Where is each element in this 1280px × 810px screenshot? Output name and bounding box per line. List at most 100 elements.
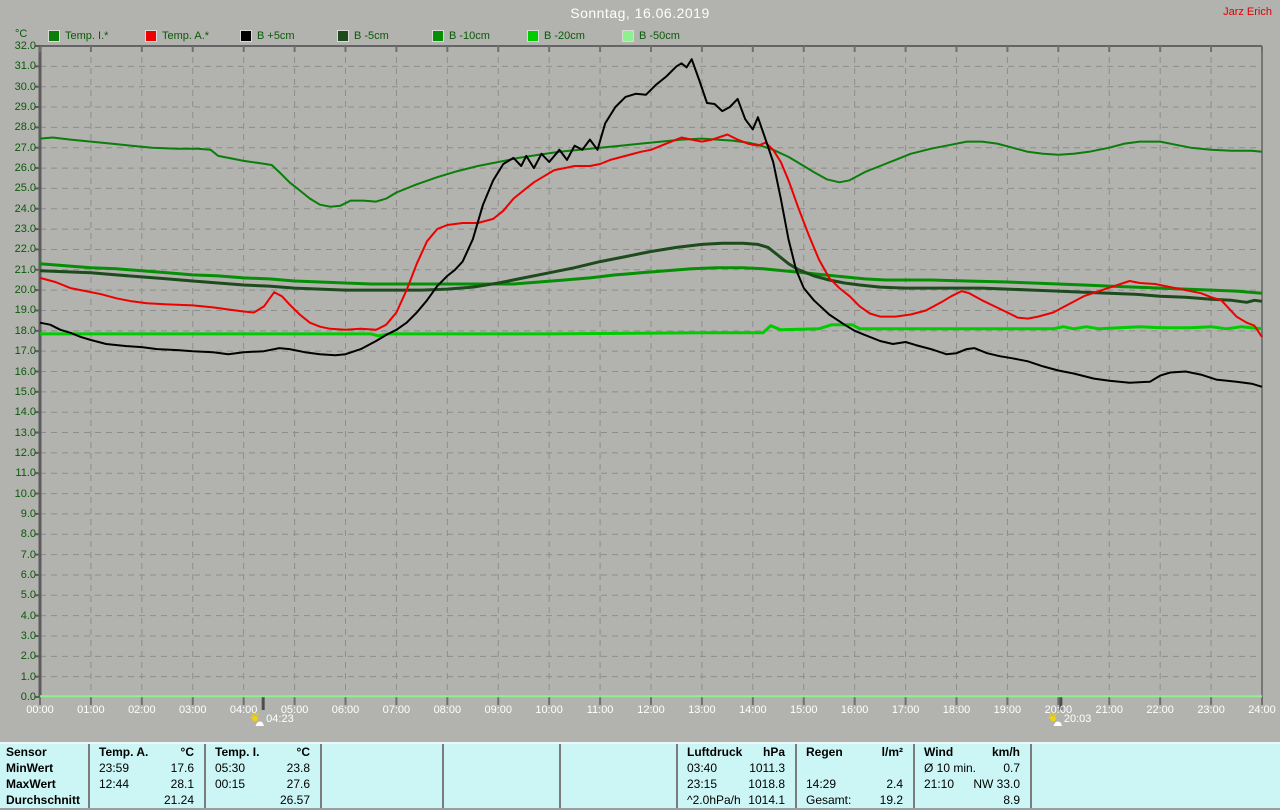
stats-value-time: 23:59 [99, 761, 130, 775]
stats-section-empty [1030, 744, 1280, 808]
stats-section-unit: l/m² [881, 745, 903, 759]
stats-value: 26.57 [279, 793, 310, 807]
y-axis-tick-label: 4.0 [20, 609, 36, 622]
stats-section-name: Temp. I. [215, 745, 260, 759]
stats-value: 19.2 [879, 793, 903, 807]
x-axis-tick-label: 03:00 [178, 704, 207, 716]
x-axis-tick-label: 16:00 [840, 704, 869, 716]
stats-value: 1018.8 [748, 777, 785, 791]
stats-section-unit [432, 744, 442, 760]
stats-section-name: Luftdruck [687, 745, 743, 759]
x-axis-tick-label: 12:00 [637, 704, 665, 716]
stats-value-time [444, 760, 453, 776]
stats-value: 27.6 [286, 777, 310, 791]
stats-value-row: ^2.0hPa/h 1014.1 [678, 792, 795, 808]
stats-value: NW 33.0 [973, 777, 1020, 791]
stats-value-row: 03:40 1011.3 [678, 760, 795, 776]
stats-value: 17.6 [170, 761, 194, 775]
stats-value-row [444, 776, 559, 792]
stats-section-header: Temp. A. °C [90, 744, 204, 760]
stats-value-time [444, 792, 453, 808]
stats-section-temp-a: Temp. A. °C 23:59 17.6 12:44 28.1 21.24 [88, 744, 204, 808]
stats-value [432, 776, 442, 792]
y-axis-tick-label: 32.0 [14, 40, 36, 52]
stats-value-time: 00:15 [215, 777, 246, 791]
stats-section-unit: °C [180, 745, 194, 759]
y-axis-tick-label: 18.0 [14, 324, 36, 337]
stats-value-time [90, 792, 99, 808]
x-axis-tick-label: 10:00 [535, 704, 563, 716]
stats-section-name [444, 744, 453, 760]
stats-value-time: 23:15 [687, 777, 718, 791]
stats-value [549, 792, 559, 808]
stats-value: 1014.1 [748, 793, 785, 807]
x-axis-tick-label: 18:00 [942, 704, 971, 716]
x-axis-tick-label: 21:00 [1095, 704, 1124, 716]
stats-section-name [561, 744, 570, 760]
stats-value-row: 8.9 [915, 792, 1030, 808]
stats-value-row: 12:44 28.1 [90, 776, 204, 792]
stats-value-time [1032, 776, 1041, 792]
weather-chart-window: Sonntag, 16.06.2019 Jarz Erich °C Temp. … [0, 0, 1280, 810]
stats-value-row: 00:15 27.6 [206, 776, 320, 792]
stats-value: 28.1 [170, 777, 194, 791]
stats-row-labels: Sensor MinWert MaxWert Durchschnitt [0, 744, 88, 808]
y-axis-tick-label: 16.0 [14, 365, 36, 378]
stats-value: 8.9 [1003, 793, 1020, 807]
stats-value-time: 14:29 [806, 777, 837, 791]
y-axis-tick-label: 6.0 [20, 568, 36, 581]
stats-value [432, 760, 442, 776]
x-axis-tick-label: 13:00 [688, 704, 716, 716]
x-axis-tick-label: 14:00 [739, 704, 767, 716]
stats-section-luftdruck: Luftdruck hPa 03:40 1011.3 23:15 1018.8 ^2.0hP… [676, 744, 795, 808]
stats-section-header [561, 744, 676, 760]
stats-value-row: 23:15 1018.8 [678, 776, 795, 792]
stats-value-row: 23:59 17.6 [90, 760, 204, 776]
stats-section-empty [320, 744, 442, 808]
stats-section-unit [666, 744, 676, 760]
stats-value-time [561, 792, 570, 808]
sunset-icon [1048, 712, 1062, 726]
stats-value-time: 21:10 [924, 777, 955, 791]
sunrise-marker: 04:23 [250, 712, 294, 726]
stats-value-row [444, 792, 559, 808]
stats-value-row [322, 792, 442, 808]
stats-section-header: Temp. I. °C [206, 744, 320, 760]
stats-section-regen: Regen l/m² 14:29 2.4 Gesamt: 19.2 [795, 744, 913, 808]
y-axis-tick-label: 21.0 [14, 263, 36, 276]
stats-value-time [561, 776, 570, 792]
stats-value: 1011.3 [749, 761, 785, 775]
y-axis-tick-label: 7.0 [20, 548, 36, 561]
sun-time-label: 20:03 [1063, 713, 1092, 725]
stats-value-row: 05:30 23.8 [206, 760, 320, 776]
x-axis-tick-label: 01:00 [77, 704, 105, 716]
stats-value [1270, 760, 1280, 776]
stats-value-row [797, 760, 913, 776]
x-axis-tick-label: 17:00 [891, 704, 920, 716]
stats-value-row: 14:29 2.4 [797, 776, 913, 792]
y-axis-tick-label: 13.0 [14, 426, 36, 439]
stats-value: 23.8 [286, 761, 310, 775]
sunset-marker: 20:03 [1048, 712, 1092, 726]
y-axis-tick-label: 3.0 [20, 629, 36, 642]
stats-row-label: MinWert [6, 761, 54, 775]
stats-section-unit: hPa [762, 745, 785, 759]
stats-section-unit [1270, 744, 1280, 760]
stats-value-time: Ø 10 min. [924, 761, 977, 775]
stats-section-header: Wind km/h [915, 744, 1030, 760]
stats-value-row [1032, 776, 1280, 792]
sun-time-label: 04:23 [266, 713, 294, 725]
stats-value [549, 776, 559, 792]
stats-section-name [322, 744, 331, 760]
y-axis-tick-label: 14.0 [14, 406, 36, 419]
stats-value: 0.7 [1003, 761, 1020, 775]
stats-value-time [1032, 792, 1041, 808]
x-axis-tick-label: 23:00 [1197, 704, 1225, 716]
stats-value [903, 760, 913, 776]
stats-row-label: MaxWert [6, 777, 56, 791]
stats-row-label: Durchschnitt [6, 793, 81, 807]
sunrise-icon [250, 712, 264, 726]
x-axis-tick-label: 24:00 [1248, 704, 1276, 716]
stats-value-row: 21.24 [90, 792, 204, 808]
stats-value-time [797, 760, 806, 776]
